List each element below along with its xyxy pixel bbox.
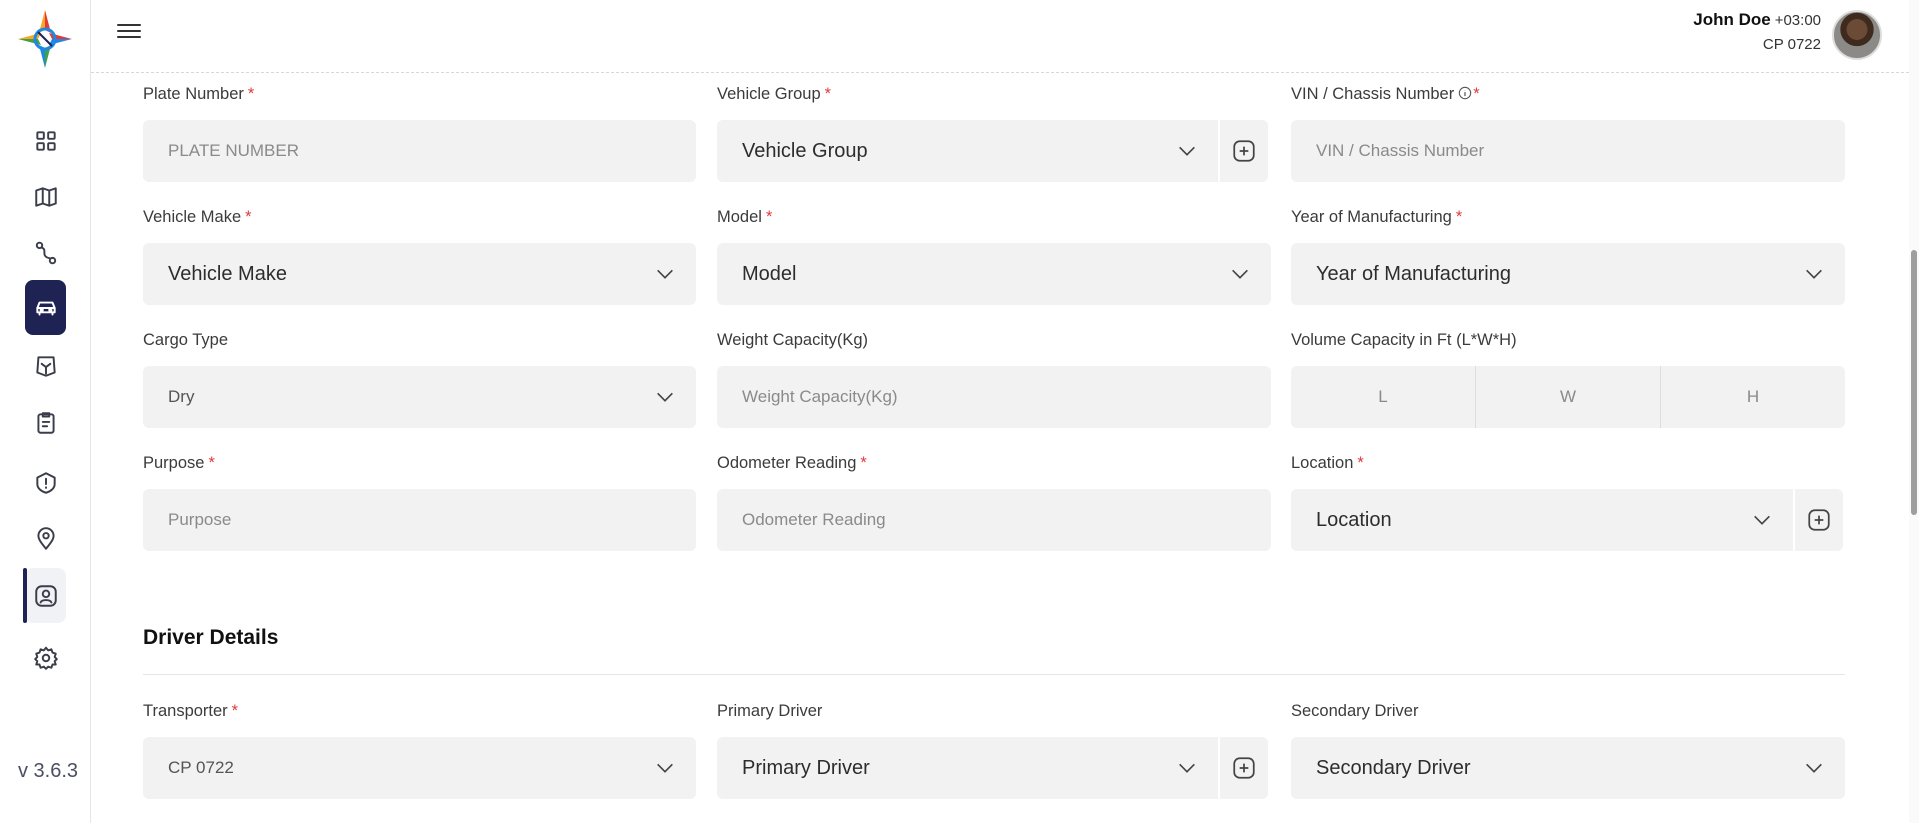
cargo-type-select[interactable]: Dry [143,366,696,428]
avatar[interactable] [1832,10,1882,60]
add-primary-driver-button[interactable] [1218,737,1268,799]
secondary-driver-value: Secondary Driver [1316,756,1471,779]
sidebar: v 3.6.3 [0,0,91,823]
model-select[interactable]: Model [717,243,1271,305]
vehicle-group-value: Vehicle Group [742,139,868,162]
plus-square-icon [1808,509,1830,531]
scrollbar-thumb[interactable] [1911,250,1917,515]
alert-shield-icon [35,471,56,494]
odometer-input[interactable]: Odometer Reading [717,489,1271,551]
weight-capacity-input[interactable]: Weight Capacity(Kg) [717,366,1271,428]
app-version: v 3.6.3 [18,760,79,782]
secondary-driver-select[interactable]: Secondary Driver [1291,737,1845,799]
chevron-down-icon [654,263,676,285]
map-icon [34,186,57,207]
vehicle-make-select[interactable]: Vehicle Make [143,243,696,305]
nav-alerts[interactable] [25,455,66,510]
model-label: Model * [717,208,773,226]
year-label: Year of Manufacturing * [1291,208,1463,226]
transporter-value: CP 0722 [168,758,234,777]
plate-number-label: Plate Number * [143,85,255,103]
steering-icon [35,355,56,377]
vehicle-make-value: Vehicle Make [168,262,287,285]
primary-driver-select[interactable]: Primary Driver [717,737,1218,799]
add-vehicle-group-button[interactable] [1218,120,1268,182]
width-input[interactable]: W [1476,366,1661,428]
menu-toggle-icon[interactable] [117,20,141,42]
vehicle-make-label: Vehicle Make * [143,208,252,226]
purpose-label: Purpose * [143,454,215,472]
section-divider [143,674,1845,675]
nav-tasks[interactable] [25,395,66,450]
height-input[interactable]: H [1661,366,1845,428]
chevron-down-icon [654,757,676,779]
odometer-label: Odometer Reading * [717,454,867,472]
info-icon[interactable] [1458,86,1472,100]
location-label: Location * [1291,454,1364,472]
plus-square-icon [1233,140,1255,162]
topbar: John Doe +03:00 CP 0722 [91,0,1919,73]
nav-users[interactable] [23,568,66,623]
primary-driver-value: Primary Driver [742,756,870,779]
nav-locations[interactable] [25,511,66,566]
purpose-input[interactable]: Purpose [143,489,696,551]
user-code: CP 0722 [1762,36,1821,53]
vin-input[interactable]: VIN / Chassis Number [1291,120,1845,182]
clipboard-icon [36,411,55,434]
transporter-select[interactable]: CP 0722 [143,737,696,799]
length-input[interactable]: L [1291,366,1476,428]
location-select[interactable]: Location [1291,489,1793,551]
vin-label: VIN / Chassis Number * [1291,85,1480,103]
year-value: Year of Manufacturing [1316,262,1511,285]
location-value: Location [1316,508,1392,531]
nav-vehicles[interactable] [25,280,66,335]
nav-settings[interactable] [25,630,66,685]
primary-driver-label: Primary Driver [717,702,823,720]
chevron-down-icon [1803,757,1825,779]
location-pin-icon [36,526,55,550]
car-icon [35,301,56,315]
route-icon [35,241,56,264]
model-value: Model [742,262,797,285]
year-select[interactable]: Year of Manufacturing [1291,243,1845,305]
grid-icon [35,130,56,151]
nav-routes[interactable] [25,225,66,280]
plus-square-icon [1233,757,1255,779]
vehicle-group-select[interactable]: Vehicle Group [717,120,1218,182]
user-profile-icon [34,584,57,607]
user-name: John Doe [1693,10,1771,29]
user-info[interactable]: John Doe +03:00 CP 0722 [1693,10,1821,53]
volume-capacity-group: L W H [1291,366,1845,428]
driver-details-title: Driver Details [143,626,279,649]
volume-capacity-label: Volume Capacity in Ft (L*W*H) [1291,331,1517,349]
nav-map[interactable] [25,169,66,224]
cargo-type-value: Dry [168,387,195,406]
weight-capacity-label: Weight Capacity(Kg) [717,331,869,349]
chevron-down-icon [1751,509,1773,531]
chevron-down-icon [1176,757,1198,779]
user-timezone: +03:00 [1774,12,1821,29]
add-location-button[interactable] [1793,489,1843,551]
app-logo[interactable] [16,8,74,70]
chevron-down-icon [654,386,676,408]
vehicle-group-label: Vehicle Group * [717,85,832,103]
secondary-driver-label: Secondary Driver [1291,702,1419,720]
nav-tracking[interactable] [25,338,66,393]
chevron-down-icon [1803,263,1825,285]
gear-icon [33,646,58,670]
nav-dashboard[interactable] [25,113,66,168]
chevron-down-icon [1176,140,1198,162]
cargo-type-label: Cargo Type [143,331,228,349]
transporter-label: Transporter * [143,702,239,720]
chevron-down-icon [1229,263,1251,285]
plate-number-input[interactable]: PLATE NUMBER [143,120,696,182]
